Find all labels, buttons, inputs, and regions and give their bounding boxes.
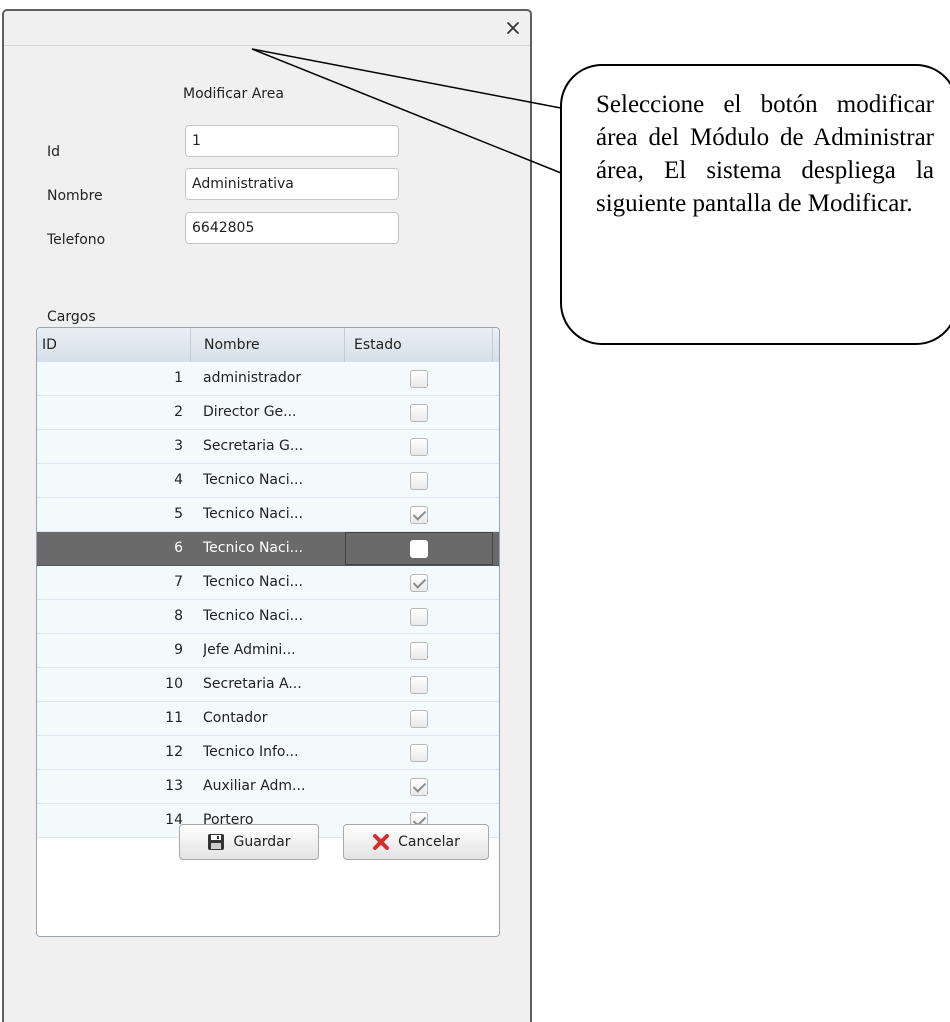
cell-estado <box>345 770 493 803</box>
table-row[interactable]: 12 Tecnico Info... <box>37 736 499 770</box>
table-row[interactable]: 10 Secretaria A... <box>37 668 499 702</box>
cell-id: 13 <box>165 778 183 794</box>
cell-estado <box>345 532 493 565</box>
nombre-label: Nombre <box>47 188 103 204</box>
table-row[interactable]: 5 Tecnico Naci... <box>37 498 499 532</box>
table-row[interactable]: 13 Auxiliar Adm... <box>37 770 499 804</box>
cell-estado <box>345 702 493 735</box>
table-row[interactable]: 9 Jefe Admini... <box>37 634 499 668</box>
cell-id: 7 <box>174 574 183 590</box>
cell-nombre: Director Ge... <box>203 404 297 420</box>
cell-id: 8 <box>174 608 183 624</box>
close-icon[interactable] <box>506 21 520 35</box>
table-row[interactable]: 6 Tecnico Naci... <box>37 532 499 566</box>
cell-nombre: Jefe Admini... <box>203 642 296 658</box>
cell-id: 1 <box>174 370 183 386</box>
table-row[interactable]: 8 Tecnico Naci... <box>37 600 499 634</box>
title-bar <box>4 11 530 46</box>
cell-id: 10 <box>165 676 183 692</box>
estado-checkbox[interactable] <box>410 539 428 558</box>
cell-id: 14 <box>165 812 183 828</box>
cell-estado <box>345 464 493 497</box>
save-icon <box>208 834 225 850</box>
close-button[interactable] <box>502 17 524 39</box>
cell-estado <box>345 498 493 531</box>
guardar-label: Guardar <box>233 834 291 850</box>
id-field[interactable] <box>185 125 399 157</box>
cancelar-button[interactable]: Cancelar <box>343 824 489 860</box>
estado-checkbox[interactable] <box>410 777 428 796</box>
id-label: Id <box>47 144 61 160</box>
cell-nombre: Tecnico Info... <box>203 744 299 760</box>
cell-nombre: Secretaria A... <box>203 676 302 692</box>
cell-nombre: Auxiliar Adm... <box>203 778 306 794</box>
form-heading: Modificar Area <box>183 86 284 102</box>
cell-estado <box>345 736 493 769</box>
cell-estado <box>345 668 493 701</box>
estado-checkbox[interactable] <box>410 607 428 626</box>
table-row[interactable]: 7 Tecnico Naci... <box>37 566 499 600</box>
cell-estado <box>345 600 493 633</box>
cell-nombre: Tecnico Naci... <box>203 540 303 556</box>
cell-nombre: Secretaria G... <box>203 438 304 454</box>
estado-checkbox[interactable] <box>410 369 428 388</box>
estado-checkbox[interactable] <box>410 403 428 422</box>
table-row[interactable]: 1 administrador <box>37 362 499 396</box>
cell-nombre: Tecnico Naci... <box>203 472 303 488</box>
cell-estado <box>345 566 493 599</box>
cell-estado <box>345 430 493 463</box>
nombre-field[interactable] <box>185 168 399 200</box>
table-body: 1 administrador 2 Director Ge... 3 Secretaria… <box>37 362 499 838</box>
column-header-estado[interactable]: Estado <box>345 328 493 362</box>
estado-checkbox[interactable] <box>410 573 428 592</box>
table-row[interactable]: 11 Contador <box>37 702 499 736</box>
table-header: ID Nombre Estado <box>37 328 499 363</box>
column-header-id[interactable]: ID <box>37 328 191 362</box>
cell-id: 5 <box>174 506 183 522</box>
cell-nombre: Tecnico Naci... <box>203 608 303 624</box>
instruction-callout: Seleccione el botón modificar área del M… <box>560 64 950 345</box>
telefono-label: Telefono <box>47 232 106 248</box>
estado-checkbox[interactable] <box>410 641 428 660</box>
cell-id: 4 <box>174 472 183 488</box>
estado-checkbox[interactable] <box>410 743 428 762</box>
cell-estado <box>345 396 493 429</box>
cell-estado <box>345 362 493 395</box>
modificar-area-dialog: Modificar Area Id Nombre Telefono Cargos… <box>2 9 532 1022</box>
telefono-field[interactable] <box>185 212 399 244</box>
cell-nombre: Tecnico Naci... <box>203 574 303 590</box>
table-row[interactable]: 3 Secretaria G... <box>37 430 499 464</box>
cell-id: 6 <box>174 540 183 556</box>
cell-nombre: Tecnico Naci... <box>203 506 303 522</box>
cell-nombre: Contador <box>203 710 268 726</box>
cargos-label: Cargos <box>47 309 96 325</box>
table-row[interactable]: 4 Tecnico Naci... <box>37 464 499 498</box>
callout-text: Seleccione el botón modificar área del M… <box>596 91 934 217</box>
guardar-button[interactable]: Guardar <box>179 824 319 860</box>
column-header-nombre[interactable]: Nombre <box>191 328 345 362</box>
cell-id: 2 <box>174 404 183 420</box>
cell-nombre: administrador <box>203 370 302 386</box>
cancel-icon <box>373 834 390 850</box>
estado-checkbox[interactable] <box>410 437 428 456</box>
estado-checkbox[interactable] <box>410 675 428 694</box>
estado-checkbox[interactable] <box>410 471 428 490</box>
cell-id: 9 <box>174 642 183 658</box>
cell-estado <box>345 634 493 667</box>
cancelar-label: Cancelar <box>398 834 460 850</box>
cell-id: 3 <box>174 438 183 454</box>
cell-id: 12 <box>165 744 183 760</box>
estado-checkbox[interactable] <box>410 709 428 728</box>
cell-id: 11 <box>165 710 183 726</box>
estado-checkbox[interactable] <box>410 505 428 524</box>
table-row[interactable]: 2 Director Ge... <box>37 396 499 430</box>
